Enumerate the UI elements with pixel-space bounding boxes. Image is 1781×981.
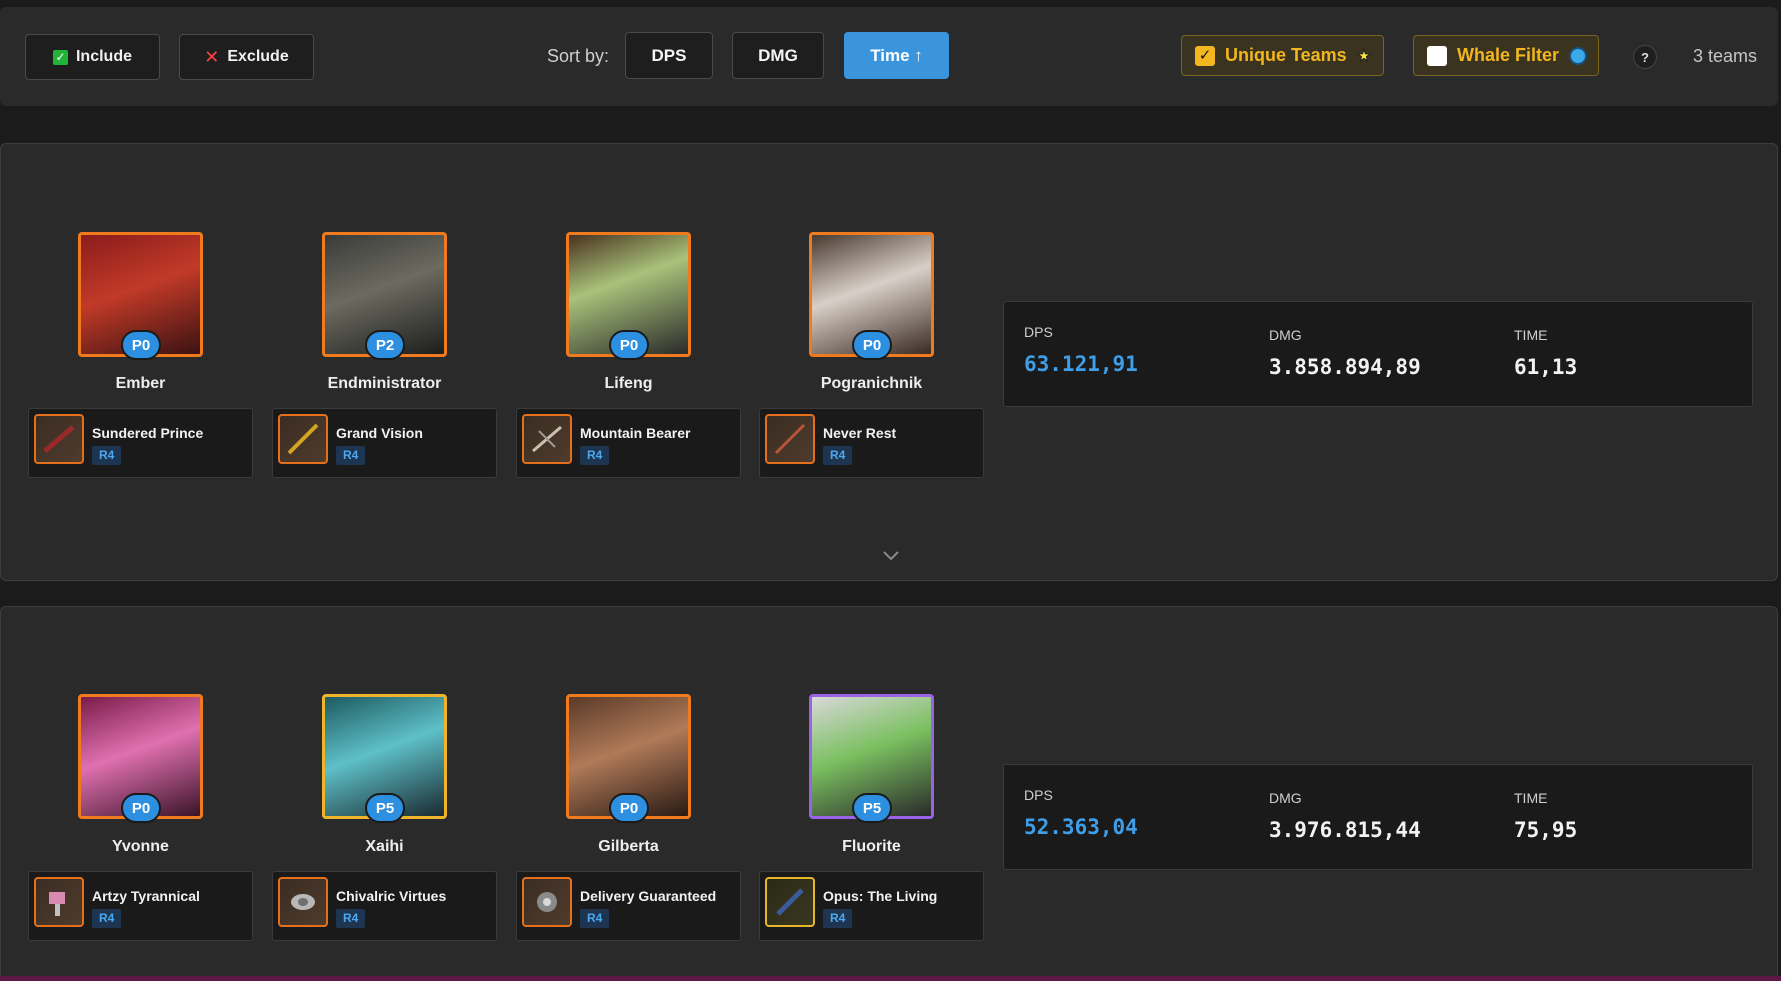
dps-label: DPS [1024, 787, 1053, 803]
sort-dps-button[interactable]: DPS [625, 32, 713, 79]
time-stat: TIME 61,13 [1514, 327, 1577, 379]
sort-dmg-button[interactable]: DMG [732, 32, 824, 79]
character-name: Endministrator [327, 375, 442, 392]
checkbox-empty-icon[interactable] [1427, 45, 1447, 66]
unique-teams-label: Unique Teams [1225, 45, 1347, 65]
star-icon: ★ [1356, 47, 1372, 65]
dps-value: 63.121,91 [1024, 352, 1138, 376]
character-name: Lifeng [604, 375, 653, 392]
character-name: Pogranichnik [820, 375, 923, 392]
weapon-name: Mountain Bearer [580, 425, 691, 441]
include-button[interactable]: ✓ Include [25, 34, 160, 80]
team-count: 3 teams [1693, 46, 1758, 66]
weapon-rank-badge: R4 [336, 446, 366, 465]
weapon-card[interactable]: Artzy Tyrannical R4 [28, 871, 253, 941]
weapon-rank-badge: R4 [92, 446, 122, 465]
character-name: Xaihi [365, 838, 404, 855]
whale-icon [1569, 46, 1588, 65]
potential-badge: P0 [121, 330, 161, 360]
weapon-name: Chivalric Virtues [336, 888, 447, 904]
character-name: Gilberta [598, 838, 659, 855]
weapon-card[interactable]: Opus: The Living R4 [759, 871, 984, 941]
potential-badge: P2 [365, 330, 405, 360]
character-name: Ember [115, 375, 166, 392]
exclude-button[interactable]: ✕ Exclude [179, 34, 314, 80]
weapon-rank-badge: R4 [580, 446, 610, 465]
weapon-rank-badge: R4 [580, 909, 610, 928]
weapon-icon [34, 414, 84, 464]
weapon-icon [765, 414, 815, 464]
potential-badge: P0 [609, 793, 649, 823]
weapon-rank-badge: R4 [823, 909, 853, 928]
character-name: Yvonne [112, 838, 169, 855]
dmg-value: 3.976.815,44 [1269, 818, 1421, 842]
team-stats: DPS 63.121,91 DMG 3.858.894,89 TIME 61,1… [1003, 301, 1753, 407]
weapon-name: Never Rest [823, 425, 897, 441]
dps-stat: DPS 63.121,91 [1024, 324, 1138, 376]
dps-value: 52.363,04 [1024, 815, 1138, 839]
weapon-name: Delivery Guaranteed [580, 888, 717, 904]
weapon-card[interactable]: Never Rest R4 [759, 408, 984, 478]
weapon-rank-badge: R4 [92, 909, 122, 928]
include-label: Include [75, 48, 132, 65]
exclude-label: Exclude [227, 48, 289, 65]
dps-stat: DPS 52.363,04 [1024, 787, 1138, 839]
dps-label: DPS [1024, 324, 1053, 340]
potential-badge: P0 [609, 330, 649, 360]
time-stat: TIME 75,95 [1514, 790, 1577, 842]
team-stats: DPS 52.363,04 DMG 3.976.815,44 TIME 75,9… [1003, 764, 1753, 870]
dmg-label: DMG [1269, 327, 1302, 343]
weapon-icon [278, 414, 328, 464]
dmg-stat: DMG 3.858.894,89 [1269, 327, 1421, 379]
weapon-rank-badge: R4 [336, 909, 366, 928]
chevron-down-icon[interactable] [881, 546, 901, 566]
potential-badge: P0 [852, 330, 892, 360]
filter-toolbar: ✓ Include ✕ Exclude Sort by: DPS DMG Tim… [0, 7, 1778, 106]
weapon-name: Sundered Prince [92, 425, 204, 441]
weapon-card[interactable]: Delivery Guaranteed R4 [516, 871, 741, 941]
team-card[interactable]: P0 Yvonne Artzy Tyrannical R4 P5 Xaihi C… [0, 606, 1778, 981]
weapon-card[interactable]: Chivalric Virtues R4 [272, 871, 497, 941]
cross-icon: ✕ [204, 47, 220, 67]
whale-filter-toggle[interactable]: Whale Filter [1413, 35, 1599, 76]
dmg-label: DMG [1269, 790, 1302, 806]
weapon-name: Opus: The Living [823, 888, 938, 904]
dmg-stat: DMG 3.976.815,44 [1269, 790, 1421, 842]
weapon-icon [765, 877, 815, 927]
time-label: TIME [1514, 327, 1548, 343]
weapon-icon [34, 877, 84, 927]
weapon-rank-badge: R4 [823, 446, 853, 465]
team-card[interactable]: P0 Ember Sundered Prince R4 P2 Endminist… [0, 143, 1778, 581]
weapon-name: Grand Vision [336, 425, 423, 441]
checkbox-checked-icon[interactable]: ✓ [1195, 45, 1215, 66]
potential-badge: P5 [365, 793, 405, 823]
sort-label: Sort by: [547, 46, 610, 66]
time-value: 75,95 [1514, 818, 1578, 842]
character-name: Fluorite [842, 838, 901, 855]
bottom-edge [0, 976, 1781, 981]
weapon-card[interactable]: Mountain Bearer R4 [516, 408, 741, 478]
whale-filter-label: Whale Filter [1457, 45, 1560, 65]
weapon-icon [522, 414, 572, 464]
help-button[interactable]: ? [1633, 45, 1657, 69]
unique-teams-toggle[interactable]: ✓ Unique Teams ★ [1181, 35, 1384, 76]
weapon-icon [278, 877, 328, 927]
dmg-value: 3.858.894,89 [1269, 355, 1421, 379]
sort-time-button[interactable]: Time ↑ [844, 32, 949, 79]
weapon-card[interactable]: Grand Vision R4 [272, 408, 497, 478]
weapon-icon [522, 877, 572, 927]
weapon-card[interactable]: Sundered Prince R4 [28, 408, 253, 478]
potential-badge: P5 [852, 793, 892, 823]
potential-badge: P0 [121, 793, 161, 823]
weapon-name: Artzy Tyrannical [92, 888, 200, 904]
checkmark-icon: ✓ [52, 49, 68, 65]
time-value: 61,13 [1514, 355, 1578, 379]
time-label: TIME [1514, 790, 1548, 806]
